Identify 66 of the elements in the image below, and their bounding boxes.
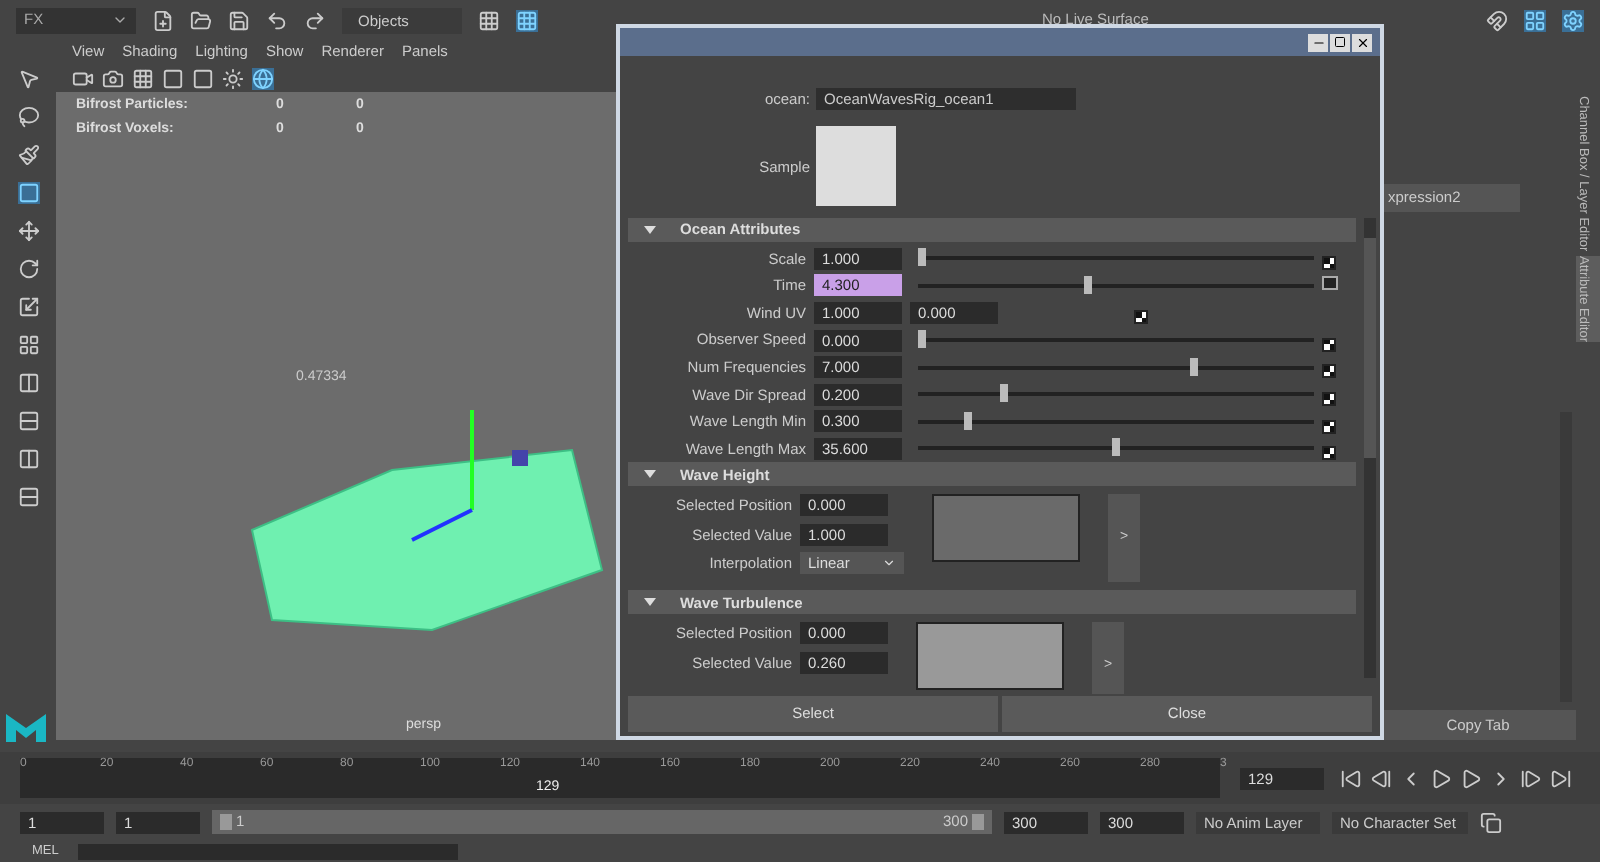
lasso-tool-icon[interactable]	[17, 106, 39, 128]
side-layout-icon[interactable]	[17, 448, 39, 470]
collapse-triangle-icon	[644, 598, 656, 607]
range-handle-icon[interactable]	[972, 814, 984, 830]
slider-thumb[interactable]	[1084, 275, 1093, 294]
scale-tool-icon[interactable]	[17, 296, 39, 318]
collapse-triangle-icon	[644, 470, 656, 479]
slider-thumb[interactable]	[999, 384, 1008, 403]
slider-thumb[interactable]	[964, 411, 973, 430]
outliner-layout-icon[interactable]	[17, 486, 39, 508]
collapse-triangle-icon	[644, 225, 656, 234]
scroll-bar-icon	[1364, 218, 1376, 679]
open-folder-icon[interactable]	[190, 9, 212, 31]
move-tool-icon[interactable]	[17, 220, 39, 242]
step-back-icon[interactable]	[1370, 767, 1392, 789]
select-tool-icon[interactable]	[17, 68, 39, 90]
grid-icon[interactable]	[132, 67, 154, 89]
map-button-icon[interactable]	[1322, 446, 1336, 461]
go-to-end-icon[interactable]	[1550, 767, 1572, 789]
select-hierarchy-icon[interactable]	[478, 9, 500, 31]
play-backwards-icon[interactable]	[1430, 767, 1452, 789]
layout-icon[interactable]	[17, 334, 39, 356]
go-to-start-icon[interactable]	[1340, 767, 1362, 789]
undo-icon[interactable]	[266, 9, 288, 31]
paint-tool-icon[interactable]	[17, 144, 39, 166]
minimize-icon[interactable]	[1308, 33, 1328, 51]
snap-icon[interactable]	[1486, 9, 1508, 31]
sample-swatch	[816, 126, 896, 207]
step-forward-icon[interactable]	[1520, 767, 1542, 789]
new-file-icon[interactable]	[152, 9, 174, 31]
range-handle-icon[interactable]	[220, 814, 232, 830]
map-button-icon[interactable]	[1322, 337, 1336, 352]
map-button-icon[interactable]	[1322, 419, 1336, 434]
smooth-shade-icon[interactable]	[192, 67, 214, 89]
app-logo-icon[interactable]	[4, 708, 48, 744]
maximize-icon[interactable]	[1330, 33, 1350, 51]
camera-icon[interactable]	[72, 67, 94, 89]
slider-thumb[interactable]	[1112, 438, 1120, 457]
slider-thumb[interactable]	[918, 248, 926, 267]
stacked-layout-icon[interactable]	[17, 410, 39, 432]
caret-icon	[882, 555, 896, 570]
rotate-tool-icon[interactable]	[17, 258, 39, 280]
slider-thumb[interactable]	[918, 330, 926, 349]
map-button-icon[interactable]	[1134, 310, 1148, 325]
caret-icon	[112, 12, 128, 28]
camera-attributes-icon[interactable]	[102, 67, 124, 89]
attribute-editor-icon[interactable]	[1562, 9, 1584, 31]
map-button-icon[interactable]	[1322, 256, 1336, 271]
channel-box-icon[interactable]	[1524, 9, 1546, 31]
two-pane-layout-icon[interactable]	[17, 372, 39, 394]
keyframe-icon[interactable]	[1322, 276, 1338, 291]
map-button-icon[interactable]	[1322, 364, 1336, 379]
close-icon[interactable]	[1352, 33, 1372, 51]
slider-thumb[interactable]	[1189, 357, 1198, 376]
ramp-graph[interactable]	[916, 622, 1064, 691]
save-icon[interactable]	[228, 9, 250, 31]
ramp-graph[interactable]	[932, 494, 1080, 563]
command-line-field[interactable]	[78, 843, 459, 859]
lighting-icon[interactable]	[222, 67, 244, 89]
redo-icon[interactable]	[304, 9, 326, 31]
wireframe-icon[interactable]	[162, 67, 184, 89]
rectangle-tool-icon[interactable]	[17, 182, 39, 204]
isolate-icon[interactable]	[252, 67, 274, 89]
map-button-icon[interactable]	[1322, 392, 1336, 407]
play-icon[interactable]	[1460, 767, 1482, 789]
select-object-icon[interactable]	[516, 9, 538, 31]
